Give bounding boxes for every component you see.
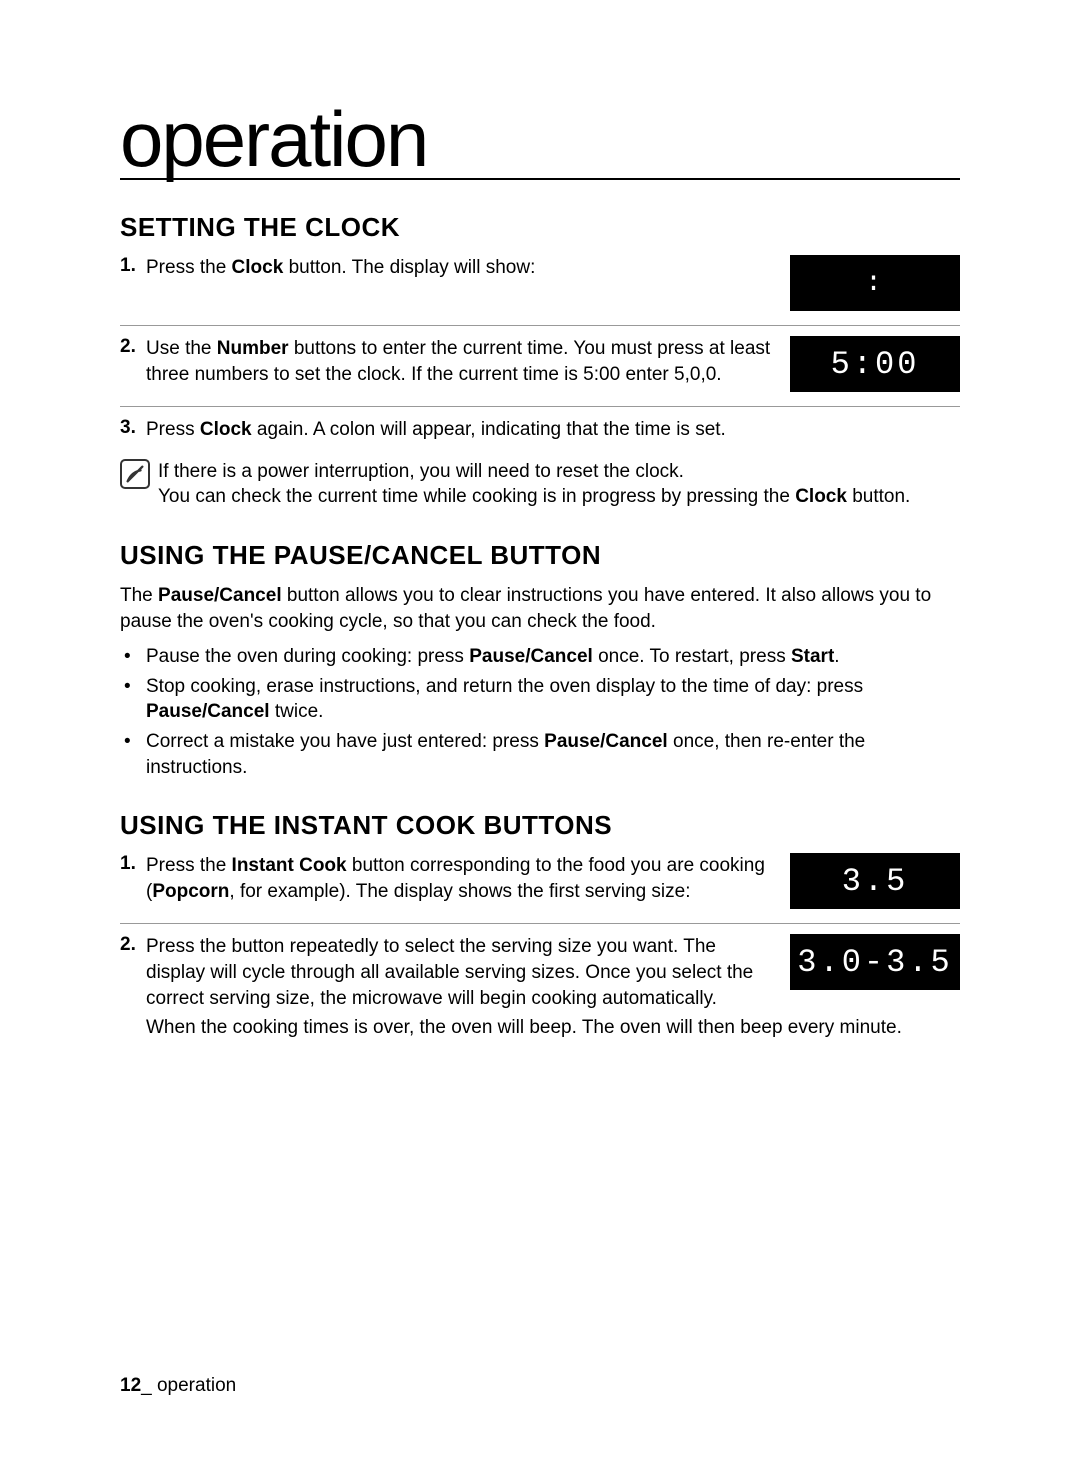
list-item: Pause the oven during cooking: press Pau… [146,644,960,670]
section-heading-instant-cook: USING THE INSTANT COOK BUTTONS [120,810,960,841]
microwave-display: : [790,255,960,311]
step-number: 2. [120,336,146,358]
step-text: Press the Instant Cook button correspond… [146,853,790,904]
section-heading-pause-cancel: USING THE PAUSE/CANCEL BUTTON [120,540,960,571]
microwave-display: 5:00 [790,336,960,392]
instant-cook-continuation: When the cooking times is over, the oven… [146,1015,960,1041]
page-title: operation [120,100,960,180]
instant-cook-step-1: 1. Press the Instant Cook button corresp… [120,853,960,924]
list-item: Stop cooking, erase instructions, and re… [146,674,960,725]
pause-cancel-list: Pause the oven during cooking: press Pau… [120,644,960,780]
step-number: 1. [120,853,146,875]
step-text: Use the Number buttons to enter the curr… [146,336,790,387]
step-text: Press the Clock button. The display will… [146,255,790,281]
step-number: 2. [120,934,146,956]
step-number: 3. [120,417,146,439]
list-item: Correct a mistake you have just entered:… [146,729,960,780]
clock-step-2: 2. Use the Number buttons to enter the c… [120,336,960,407]
note-text: If there is a power interruption, you wi… [158,459,910,510]
pause-cancel-intro: The Pause/Cancel button allows you to cl… [120,583,960,634]
step-number: 1. [120,255,146,277]
note-icon [120,459,150,489]
instant-cook-step-2: 2. Press the button repeatedly to select… [120,934,960,1011]
step-text: Press Clock again. A colon will appear, … [146,417,960,443]
microwave-display: 3.0-3.5 [790,934,960,990]
clock-step-3: 3. Press Clock again. A colon will appea… [120,417,960,449]
clock-step-1: 1. Press the Clock button. The display w… [120,255,960,326]
section-heading-clock: SETTING THE CLOCK [120,212,960,243]
page-footer: 12_ operation [120,1375,236,1397]
step-text: Press the button repeatedly to select th… [146,934,790,1011]
clock-note: If there is a power interruption, you wi… [120,459,960,510]
microwave-display: 3.5 [790,853,960,909]
